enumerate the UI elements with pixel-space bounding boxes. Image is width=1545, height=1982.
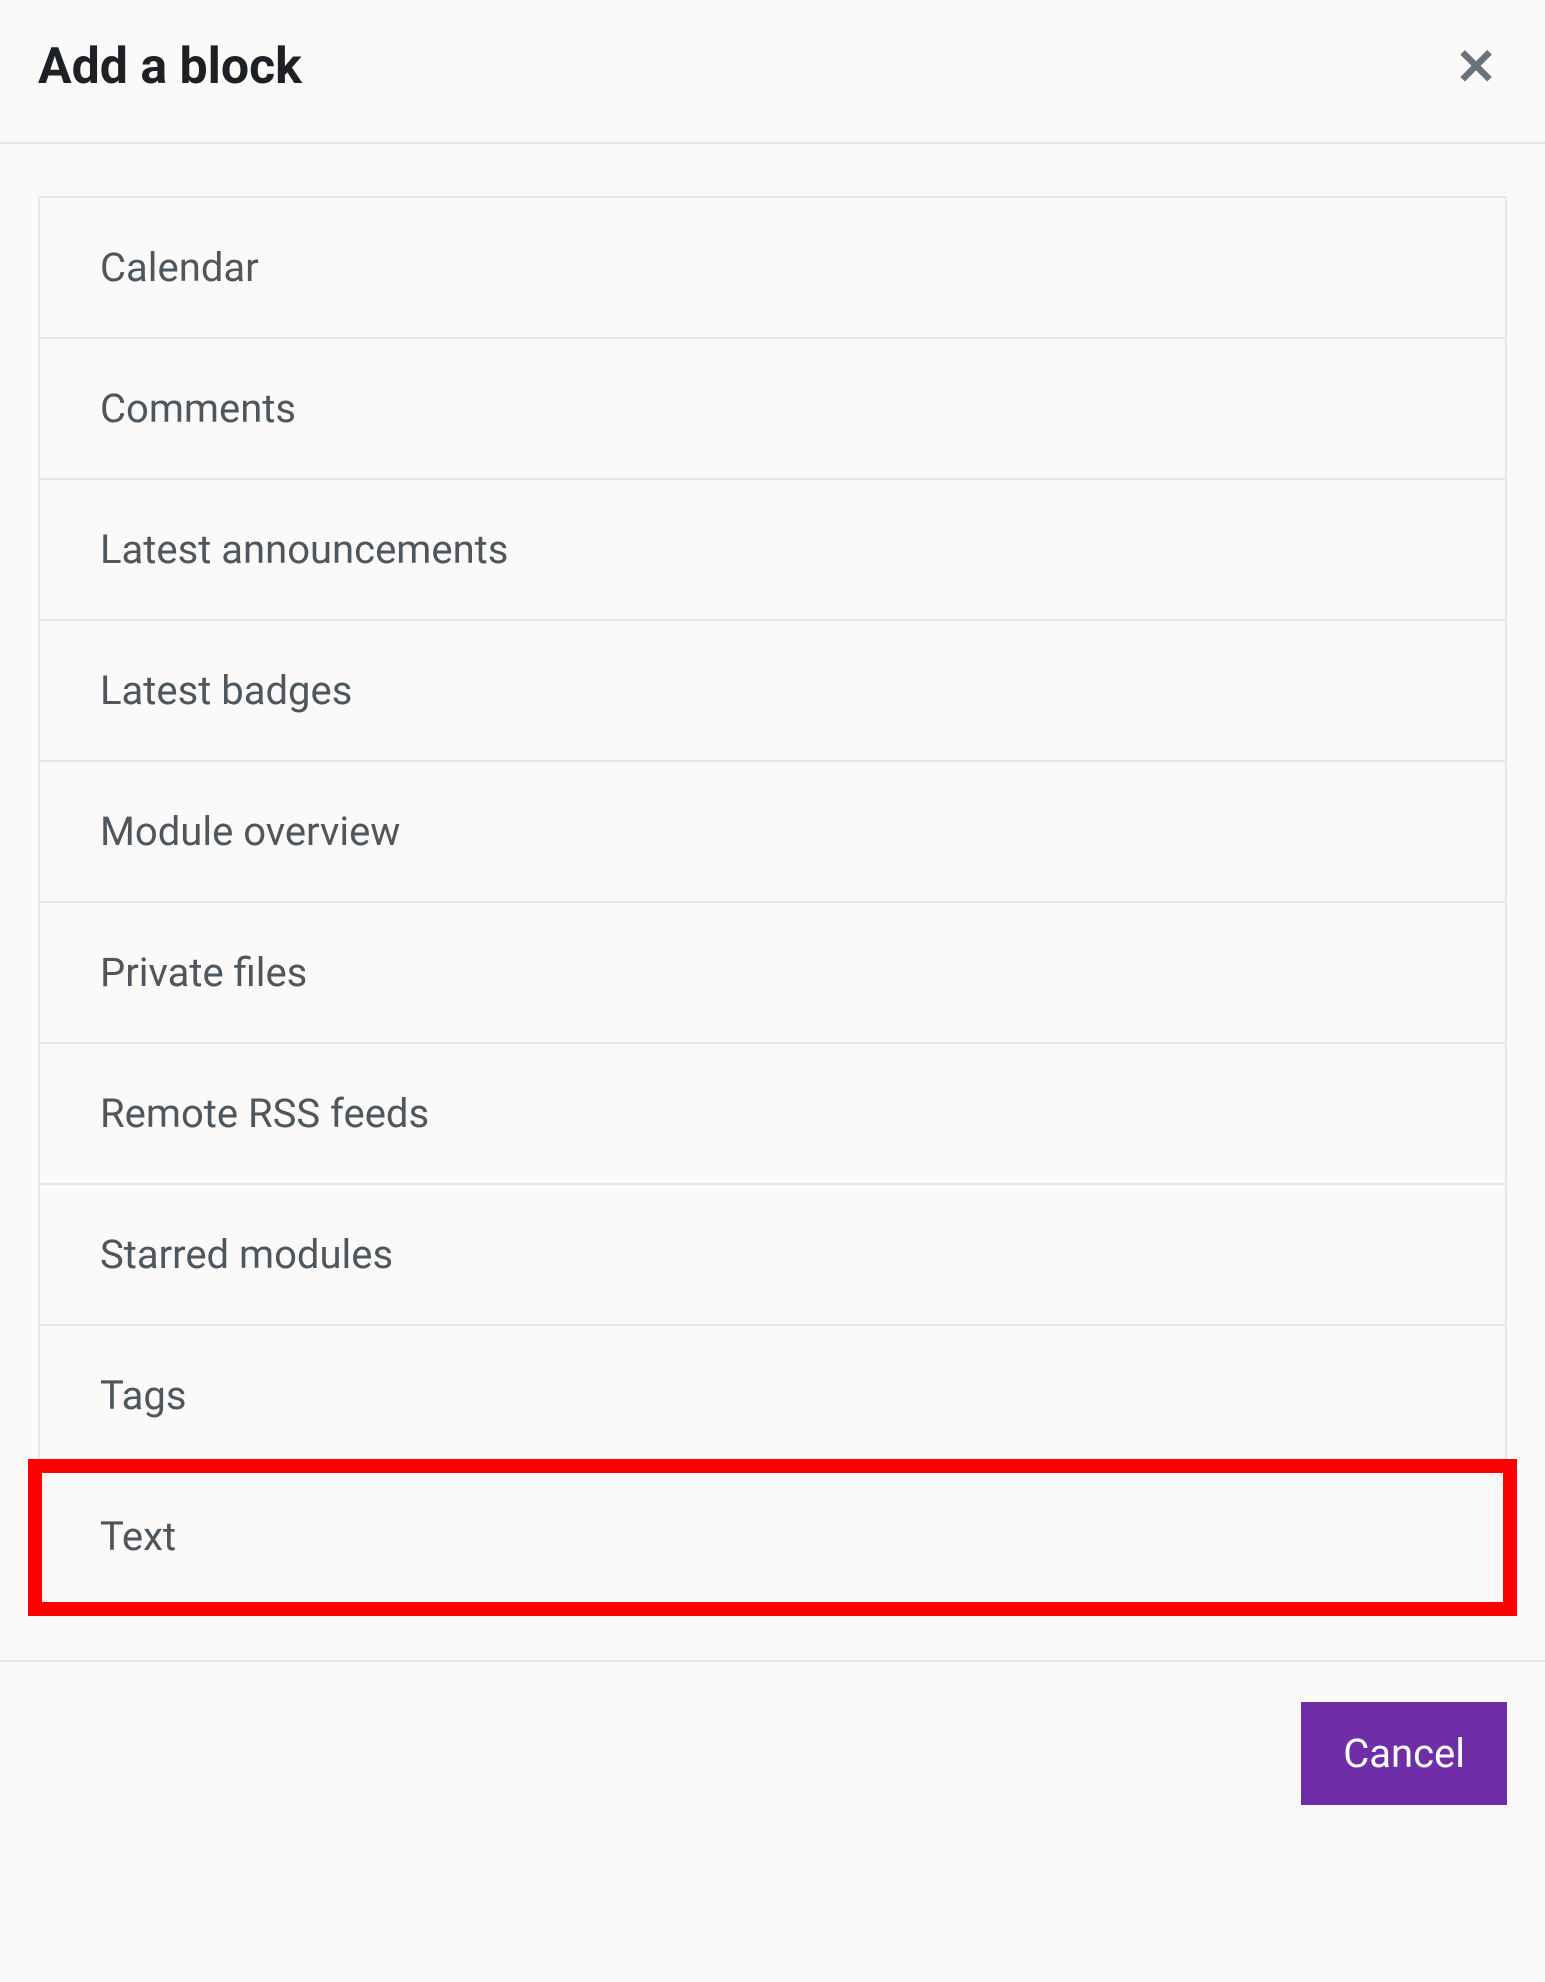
- block-item-label: Tags: [100, 1372, 187, 1419]
- cancel-button[interactable]: Cancel: [1301, 1702, 1507, 1805]
- add-block-modal: Add a block ✕ Calendar Comments Latest ann…: [0, 0, 1545, 1843]
- close-button[interactable]: ✕: [1455, 42, 1497, 92]
- block-item-wrapper: Private files: [40, 903, 1505, 1044]
- block-item-wrapper: Text: [40, 1467, 1505, 1608]
- block-item[interactable]: Latest announcements: [40, 480, 1505, 621]
- block-item-label: Private files: [100, 949, 307, 996]
- block-item[interactable]: Text: [40, 1467, 1505, 1608]
- block-item-label: Module overview: [100, 808, 400, 855]
- block-item[interactable]: Remote RSS feeds: [40, 1044, 1505, 1185]
- block-item-label: Starred modules: [100, 1231, 393, 1278]
- block-item-wrapper: Calendar: [40, 198, 1505, 339]
- block-item[interactable]: Module overview: [40, 762, 1505, 903]
- block-item[interactable]: Comments: [40, 339, 1505, 480]
- block-item-label: Calendar: [100, 244, 259, 291]
- block-item-wrapper: Module overview: [40, 762, 1505, 903]
- modal-title: Add a block: [38, 38, 302, 96]
- block-item[interactable]: Tags: [40, 1326, 1505, 1467]
- block-list: Calendar Comments Latest announcements Late…: [38, 196, 1507, 1608]
- block-item-wrapper: Remote RSS feeds: [40, 1044, 1505, 1185]
- modal-body: Calendar Comments Latest announcements Late…: [0, 144, 1545, 1660]
- block-item-label: Remote RSS feeds: [100, 1090, 429, 1137]
- block-item-label: Comments: [100, 385, 296, 432]
- block-item-wrapper: Tags: [40, 1326, 1505, 1467]
- block-item-label: Latest announcements: [100, 526, 508, 573]
- block-item-wrapper: Starred modules: [40, 1185, 1505, 1326]
- block-item-wrapper: Comments: [40, 339, 1505, 480]
- modal-header: Add a block ✕: [0, 0, 1545, 144]
- block-item[interactable]: Calendar: [40, 198, 1505, 339]
- block-item[interactable]: Latest badges: [40, 621, 1505, 762]
- modal-footer: Cancel: [0, 1660, 1545, 1843]
- close-icon: ✕: [1455, 39, 1497, 95]
- block-item[interactable]: Private files: [40, 903, 1505, 1044]
- block-item-label: Latest badges: [100, 667, 352, 714]
- block-item-label: Text: [100, 1513, 176, 1560]
- block-item[interactable]: Starred modules: [40, 1185, 1505, 1326]
- block-item-wrapper: Latest badges: [40, 621, 1505, 762]
- block-item-wrapper: Latest announcements: [40, 480, 1505, 621]
